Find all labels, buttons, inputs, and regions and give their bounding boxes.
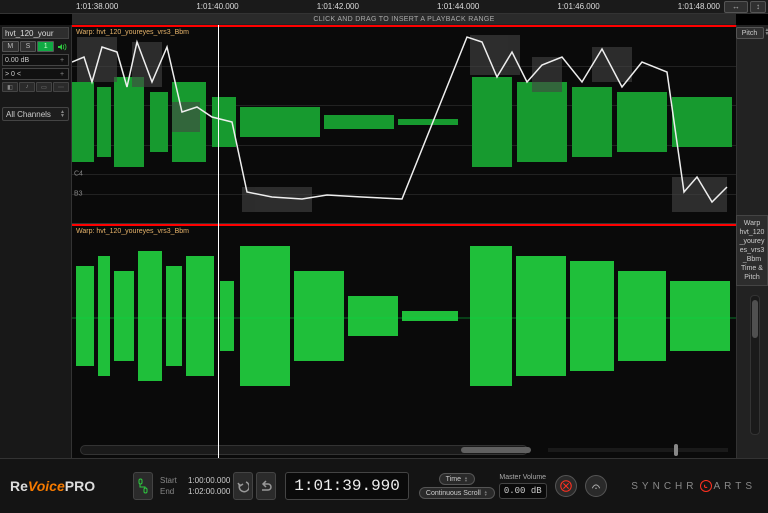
gain-field[interactable]: 0.00 dB+ [2, 54, 69, 66]
track-tool-a[interactable]: ◧ [2, 82, 18, 92]
process-module: Time & Pitch [739, 264, 765, 282]
time-mode-selector[interactable]: Time▲▼ [439, 473, 475, 485]
pan-field[interactable]: > 0 <+ [2, 68, 69, 80]
horizontal-scroll-row [80, 445, 728, 455]
settings-button[interactable] [585, 475, 607, 497]
mute-button[interactable]: M [2, 41, 19, 52]
pitch-stepper[interactable]: ▲▼ [765, 28, 768, 36]
app-logo: ReVoicePRO [0, 478, 125, 494]
playback-range-label: CLICK AND DRAG TO INSERT A PLAYBACK RANG… [313, 16, 494, 23]
clip-label: Warp: hvt_120_youreyes_vrs3_Bbm [76, 228, 189, 235]
app-window: 1:01:38.000 1:01:40.000 1:01:42.000 1:01… [0, 0, 768, 513]
record-arm-button[interactable]: 1 [37, 41, 54, 52]
process-panel-tab[interactable]: Warp hvt_120_youreyes_vrs3_Bbm Time & Pi… [736, 215, 768, 286]
timeline-ruler-row: 1:01:38.000 1:01:40.000 1:01:42.000 1:01… [0, 0, 768, 14]
vertical-scroll-thumb[interactable] [752, 300, 758, 338]
horizontal-scroll-thumb[interactable] [461, 447, 531, 453]
audio-waveform [72, 226, 736, 411]
gain-value: 0.00 dB [5, 57, 29, 64]
playhead[interactable] [218, 25, 219, 458]
timecode-tick: 1:01:44.000 [437, 2, 479, 11]
zoom-slider[interactable] [548, 448, 728, 452]
loop-range-button[interactable] [133, 472, 153, 500]
track-tool-d[interactable]: ⋯ [53, 82, 69, 92]
position-display[interactable]: 1:01:39.990 [285, 472, 409, 500]
playback-range-hint[interactable]: CLICK AND DRAG TO INSERT A PLAYBACK RANG… [72, 14, 736, 25]
pitch-lane[interactable]: Warp: hvt_120_youreyes_vrs3_Bbm C4 B3 [72, 25, 736, 224]
timecode-tick: 1:01:48.000 [678, 2, 720, 11]
range-times: Start1:00:00.000 End1:02:00.000 [160, 475, 230, 497]
vertical-scrollbar[interactable] [750, 295, 760, 435]
timecode-tick: 1:01:42.000 [317, 2, 359, 11]
scroll-mode-selector[interactable]: Continuous Scroll▲▼ [419, 487, 495, 499]
timeline-ruler[interactable]: 1:01:38.000 1:01:40.000 1:01:42.000 1:01… [72, 2, 724, 11]
clip-label: Warp: hvt_120_youreyes_vrs3_Bbm [76, 29, 189, 36]
timecode-tick: 1:01:38.000 [76, 2, 118, 11]
master-volume-label: Master Volume [499, 474, 546, 481]
horizontal-scrollbar[interactable] [80, 445, 528, 455]
solo-button[interactable]: S [20, 41, 37, 52]
transport-bar: ReVoicePRO Start1:00:00.000 End1:02:00.0… [0, 458, 768, 513]
speaker-icon[interactable] [55, 41, 69, 52]
master-volume-display[interactable]: 0.00 dB [499, 483, 547, 499]
channel-selector-label: All Channels [6, 110, 51, 119]
undo-button[interactable] [233, 472, 253, 500]
right-rail: Pitch ▲▼ Warp hvt_120_youreyes_vrs3_Bbm … [736, 25, 768, 458]
arrangement-area[interactable]: Warp: hvt_120_youreyes_vrs3_Bbm C4 B3 [72, 25, 736, 458]
link-vertical-button[interactable]: ↕ [750, 1, 766, 13]
link-horizontal-button[interactable]: ↔ [724, 1, 748, 13]
track-name[interactable]: hvt_120_your [2, 27, 69, 39]
process-title: Warp [739, 219, 765, 228]
track-header: hvt_120_your M S 1 0.00 dB+ > 0 <+ ◧ ♪ ▭… [0, 25, 72, 458]
track-tool-c[interactable]: ▭ [36, 82, 52, 92]
redo-button[interactable] [256, 472, 276, 500]
logo-ring-icon [700, 480, 712, 492]
process-clip: hvt_120_youreyes_vrs3_Bbm [739, 228, 765, 264]
waveform-lane[interactable]: Warp: hvt_120_youreyes_vrs3_Bbm [72, 224, 736, 415]
pitch-waveform [72, 27, 736, 222]
timecode-tick: 1:01:40.000 [196, 2, 238, 11]
zoom-thumb[interactable] [674, 444, 678, 456]
monitor-button[interactable] [555, 475, 577, 497]
timecode-tick: 1:01:46.000 [557, 2, 599, 11]
pitch-mode-button[interactable]: Pitch [736, 27, 764, 39]
channel-selector[interactable]: All Channels ▲▼ [2, 107, 69, 121]
track-tool-b[interactable]: ♪ [19, 82, 35, 92]
company-logo: SYNCHRARTS [631, 480, 756, 492]
pan-value: > 0 < [5, 71, 21, 78]
